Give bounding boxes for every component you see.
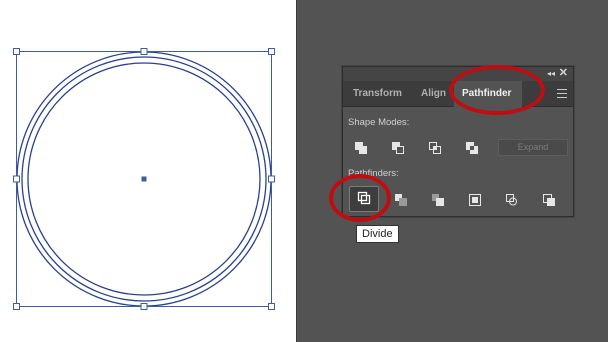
divide-tooltip: Divide [356, 225, 399, 243]
trim-button[interactable] [390, 191, 412, 209]
intersect-icon [429, 142, 441, 154]
intersect-button[interactable] [424, 139, 446, 157]
selected-circles-graphic[interactable] [0, 0, 296, 342]
panel-title-bar[interactable]: ◂◂ ✕ [343, 67, 573, 81]
divide-icon [357, 191, 371, 205]
exclude-button[interactable] [461, 139, 483, 157]
minus-front-button[interactable] [387, 139, 409, 157]
outline-button[interactable] [501, 191, 523, 209]
expand-button[interactable]: Expand [498, 139, 568, 156]
unite-button[interactable] [350, 139, 372, 157]
trim-icon [395, 194, 407, 206]
pathfinder-panel: ◂◂ ✕ Transform Align Pathfinder Shape Mo… [342, 66, 574, 217]
unite-icon [355, 142, 367, 154]
minus-back-button[interactable] [538, 191, 560, 209]
center-point [141, 176, 147, 182]
merge-button[interactable] [427, 191, 449, 209]
tab-align[interactable]: Align [413, 81, 454, 107]
panel-tab-bar: Transform Align Pathfinder [343, 81, 573, 108]
tab-pathfinder[interactable]: Pathfinder [454, 81, 522, 108]
outline-icon [506, 194, 517, 206]
close-icon[interactable]: ✕ [559, 67, 568, 80]
artboard[interactable] [0, 0, 296, 342]
exclude-icon [466, 142, 478, 154]
divide-button[interactable] [349, 186, 379, 212]
tab-transform[interactable]: Transform [345, 81, 410, 107]
collapse-icon[interactable]: ◂◂ [547, 68, 555, 80]
hamburger-icon[interactable] [557, 89, 567, 98]
shape-modes-label: Shape Modes: [348, 117, 410, 128]
pathfinders-label: Pathfinders: [348, 168, 399, 179]
merge-icon [432, 194, 444, 206]
minus-back-icon [543, 194, 555, 206]
minus-front-icon [392, 142, 404, 154]
crop-icon [469, 194, 481, 206]
crop-button[interactable] [464, 191, 486, 209]
